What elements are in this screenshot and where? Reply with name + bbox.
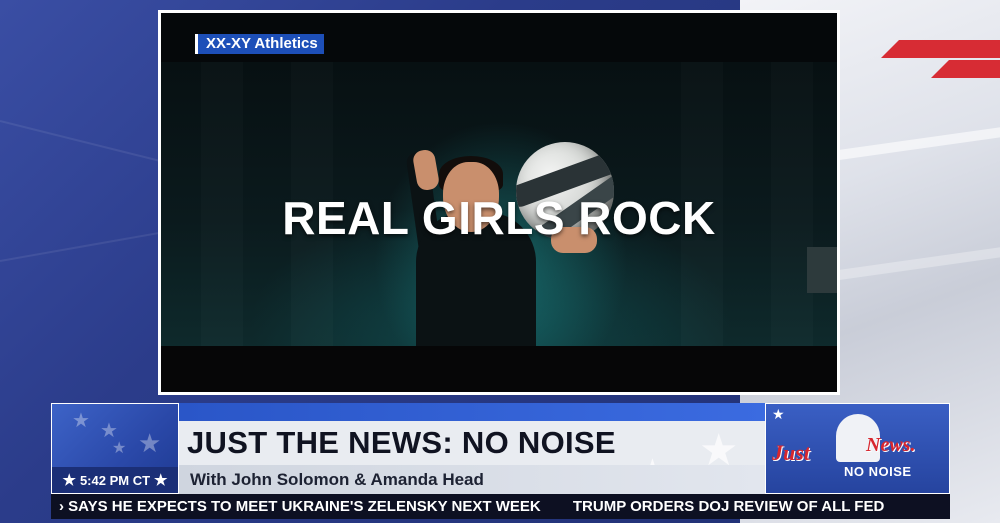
logo-word-news: News. bbox=[866, 434, 916, 456]
star-icon: ★ bbox=[772, 406, 785, 422]
clock-panel: ★ ★ ★ ★ ★ 5:42 PM CT ★ bbox=[51, 403, 179, 494]
letterbox-bar bbox=[161, 346, 837, 392]
news-ticker: › SAYS HE EXPECTS TO MEET UKRAINE'S ZELE… bbox=[51, 494, 950, 519]
star-icon: ★ bbox=[112, 440, 127, 457]
video-source-tag: XX-XY Athletics bbox=[195, 34, 324, 54]
star-icon: ★ bbox=[154, 472, 168, 489]
ticker-item: TRUMP ORDERS DOJ REVIEW OF ALL FED bbox=[572, 498, 885, 515]
lower-third-accent-bar bbox=[179, 403, 765, 421]
show-hosts: With John Solomon & Amanda Head bbox=[190, 470, 484, 489]
chevron-right-icon: › bbox=[59, 498, 64, 515]
decor-red-stripe bbox=[881, 40, 1000, 58]
lower-third: ★ ★ JUST THE NEWS: NO NOISE With John So… bbox=[179, 403, 765, 494]
scene-bleacher bbox=[807, 247, 837, 293]
video-frame: XX-XY Athletics REAL GIRLS ROCK bbox=[158, 10, 840, 395]
star-icon: ★ bbox=[138, 428, 162, 458]
show-logo: ★ Just News. NO NOISE bbox=[765, 403, 950, 494]
clock-time: 5:42 PM CT bbox=[79, 472, 151, 488]
video-headline: REAL GIRLS ROCK bbox=[282, 192, 716, 244]
star-icon: ★ bbox=[62, 472, 76, 489]
logo-word-just: Just bbox=[772, 440, 810, 465]
video-player[interactable]: XX-XY Athletics REAL GIRLS ROCK bbox=[161, 13, 837, 392]
star-icon: ★ bbox=[72, 410, 90, 432]
logo-word-no-noise: NO NOISE bbox=[844, 464, 912, 479]
ticker-item: SAYS HE EXPECTS TO MEET UKRAINE'S ZELENS… bbox=[68, 498, 541, 515]
show-title: JUST THE NEWS: NO NOISE bbox=[187, 425, 616, 460]
clock-bar: ★ 5:42 PM CT ★ bbox=[52, 467, 178, 493]
